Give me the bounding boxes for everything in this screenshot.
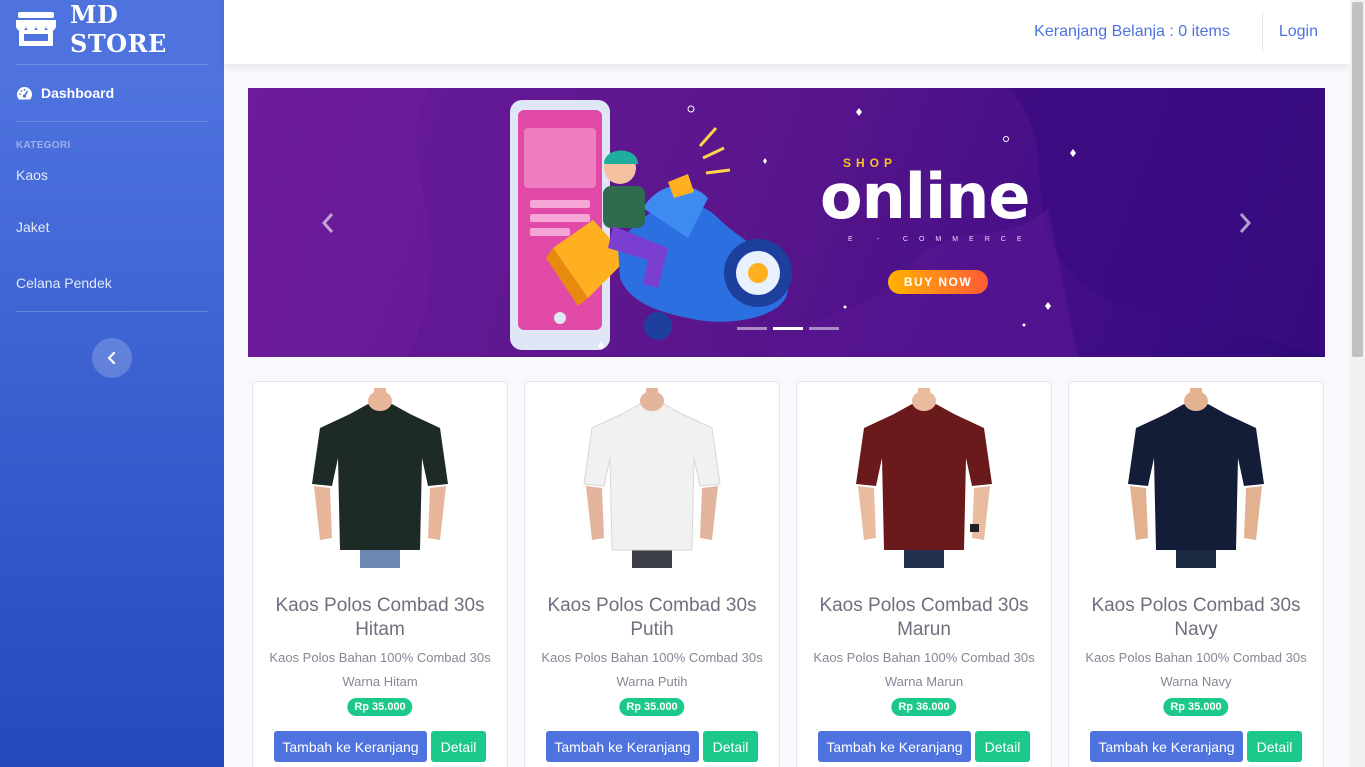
chevron-left-icon <box>107 352 116 364</box>
sidebar-item-kaos[interactable]: Kaos <box>0 151 224 199</box>
sidebar-item-dashboard-label: Dashboard <box>41 85 115 101</box>
detail-button[interactable]: Detail <box>703 731 758 762</box>
banner-subtitle: E - COMMERCE <box>848 236 1033 243</box>
product-card: Kaos Polos Combad 30s Marun Kaos Polos B… <box>796 381 1052 767</box>
login-link[interactable]: Login <box>1263 23 1350 41</box>
tshirt-image <box>583 388 721 568</box>
tshirt-image <box>1128 388 1264 568</box>
detail-button[interactable]: Detail <box>1247 731 1302 762</box>
product-description: Kaos Polos Bahan 100% Combad 30s Warna M… <box>813 650 1035 689</box>
store-icon <box>16 12 56 46</box>
product-description: Kaos Polos Bahan 100% Combad 30s Warna H… <box>269 650 491 689</box>
brand[interactable]: MD STORE <box>0 0 224 58</box>
tachometer-icon <box>17 86 32 99</box>
product-image[interactable] <box>525 388 779 574</box>
carousel-indicator[interactable] <box>773 327 803 330</box>
sidebar-item-jaket[interactable]: Jaket <box>0 199 224 255</box>
carousel-next-button[interactable] <box>1165 88 1325 357</box>
banner-buy-now-button[interactable]: BUY NOW <box>888 270 988 294</box>
product-title: Kaos Polos Combad 30s Hitam <box>275 595 485 640</box>
product-description: Kaos Polos Bahan 100% Combad 30s Warna N… <box>1085 650 1307 689</box>
product-image[interactable] <box>253 388 507 574</box>
product-image[interactable] <box>1069 388 1323 574</box>
add-to-cart-button[interactable]: Tambah ke Keranjang <box>274 731 427 762</box>
add-to-cart-button[interactable]: Tambah ke Keranjang <box>546 731 699 762</box>
sidebar-toggle-button[interactable] <box>92 338 132 378</box>
price-badge: Rp 35.000 <box>347 698 413 716</box>
banner-illustration <box>248 88 1325 357</box>
product-title: Kaos Polos Combad 30s Putih <box>547 595 757 640</box>
sidebar-item-label: Jaket <box>16 219 50 235</box>
add-to-cart-button[interactable]: Tambah ke Keranjang <box>1090 731 1243 762</box>
product-card: Kaos Polos Combad 30s Hitam Kaos Polos B… <box>252 381 508 767</box>
sidebar-item-label: Celana Pendek <box>16 275 112 291</box>
sidebar-heading: KATEGORI <box>16 140 71 151</box>
product-title: Kaos Polos Combad 30s Marun <box>819 595 1029 640</box>
carousel-indicator[interactable] <box>737 327 767 330</box>
product-title: Kaos Polos Combad 30s Navy <box>1091 595 1301 640</box>
product-card: Kaos Polos Combad 30s Navy Kaos Polos Ba… <box>1068 381 1324 767</box>
product-description: Kaos Polos Bahan 100% Combad 30s Warna P… <box>541 650 763 689</box>
price-badge: Rp 36.000 <box>891 698 957 716</box>
product-image[interactable] <box>797 388 1051 574</box>
banner-headline: online <box>820 160 1030 233</box>
cart-link[interactable]: Keranjang Belanja : 0 items <box>1034 23 1262 41</box>
detail-button[interactable]: Detail <box>975 731 1030 762</box>
sidebar-item-label: Kaos <box>16 167 48 183</box>
carousel-indicator[interactable] <box>809 327 839 330</box>
product-card: Kaos Polos Combad 30s Putih Kaos Polos B… <box>524 381 780 767</box>
detail-button[interactable]: Detail <box>431 731 486 762</box>
price-badge: Rp 35.000 <box>619 698 685 716</box>
add-to-cart-button[interactable]: Tambah ke Keranjang <box>818 731 971 762</box>
topbar: Keranjang Belanja : 0 items Login <box>224 0 1350 64</box>
banner-carousel: SHOP online E - COMMERCE BUY NOW <box>248 88 1325 357</box>
sidebar: MD STORE Dashboard KATEGORI Kaos Jaket C… <box>0 0 224 767</box>
carousel-indicators <box>737 327 839 330</box>
sidebar-item-dashboard[interactable]: Dashboard <box>0 65 224 121</box>
tshirt-image <box>856 388 992 568</box>
carousel-prev-button[interactable] <box>248 88 408 357</box>
page-scrollbar[interactable] <box>1350 0 1365 767</box>
sidebar-divider <box>16 311 208 312</box>
price-badge: Rp 35.000 <box>1163 698 1229 716</box>
chevron-right-icon <box>1239 212 1252 233</box>
sidebar-item-celana-pendek[interactable]: Celana Pendek <box>0 255 224 311</box>
brand-name: MD STORE <box>69 0 167 58</box>
tshirt-image <box>312 388 448 568</box>
scrollbar-thumb[interactable] <box>1352 2 1363 357</box>
chevron-left-icon <box>321 212 334 233</box>
